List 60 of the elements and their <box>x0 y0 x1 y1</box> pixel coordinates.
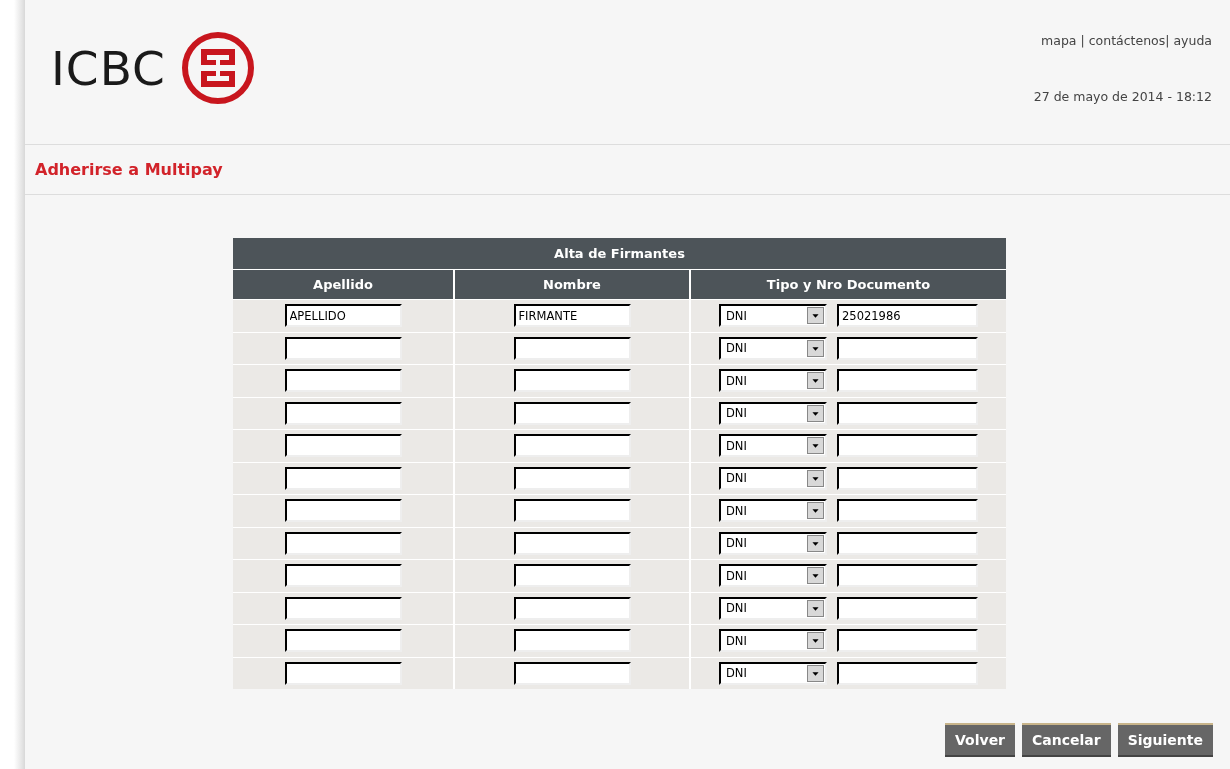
document-type-dropdown[interactable]: DNI <box>719 531 827 555</box>
name-field[interactable] <box>513 564 631 588</box>
document-type-dropdown[interactable]: DNI <box>719 629 827 653</box>
document-number-field[interactable] <box>837 499 978 523</box>
document-number-field[interactable] <box>837 369 978 393</box>
name-field[interactable] <box>513 466 631 490</box>
page-title: Adherirse a Multipay <box>35 160 223 179</box>
document-type-dropdown[interactable]: DNI <box>719 661 827 685</box>
table-title: Alta de Firmantes <box>233 238 1006 269</box>
document-type-dropdown[interactable]: DNI <box>719 499 827 523</box>
column-header: Tipo y Nro Documento <box>691 270 1006 299</box>
document-number-field[interactable] <box>837 564 978 588</box>
document-number-field[interactable] <box>837 661 978 685</box>
name-field[interactable] <box>513 629 631 653</box>
name-field[interactable]: FIRMANTE <box>513 304 631 328</box>
document-number-field[interactable] <box>837 401 978 425</box>
action-button[interactable]: Cancelar <box>1022 723 1111 757</box>
surname-field[interactable] <box>284 401 402 425</box>
document-type-dropdown[interactable]: DNI <box>719 401 827 425</box>
name-field[interactable] <box>513 596 631 620</box>
surname-field[interactable]: APELLIDO <box>284 304 402 328</box>
action-button[interactable]: Siguiente <box>1117 723 1213 757</box>
surname-field[interactable] <box>284 369 402 393</box>
header-links[interactable]: mapa | contáctenos| ayuda <box>1041 33 1212 48</box>
document-number-field[interactable] <box>837 596 978 620</box>
document-type-dropdown[interactable]: DNI <box>719 434 827 458</box>
document-type-dropdown[interactable]: DNI <box>719 596 827 620</box>
surname-field[interactable] <box>284 499 402 523</box>
name-field[interactable] <box>513 499 631 523</box>
surname-field[interactable] <box>284 466 402 490</box>
document-type-dropdown[interactable]: DNI <box>719 304 827 328</box>
document-number-field[interactable] <box>837 466 978 490</box>
column-header: Nombre <box>455 270 689 299</box>
surname-field[interactable] <box>284 661 402 685</box>
document-number-field[interactable] <box>837 629 978 653</box>
document-type-dropdown[interactable]: DNI <box>719 564 827 588</box>
name-field[interactable] <box>513 434 631 458</box>
document-number-field[interactable]: 25021986 <box>837 304 978 328</box>
surname-field[interactable] <box>284 596 402 620</box>
logo-text: ICBC <box>51 40 166 96</box>
surname-field[interactable] <box>284 434 402 458</box>
emblem-icon <box>179 30 256 106</box>
document-number-field[interactable] <box>837 336 978 360</box>
name-field[interactable] <box>513 401 631 425</box>
surname-field[interactable] <box>284 531 402 555</box>
surname-field[interactable] <box>284 336 402 360</box>
document-number-field[interactable] <box>837 531 978 555</box>
name-field[interactable] <box>513 336 631 360</box>
name-field[interactable] <box>513 369 631 393</box>
action-button[interactable]: Volver <box>945 723 1016 757</box>
column-header: Apellido <box>233 270 453 299</box>
document-type-dropdown[interactable]: DNI <box>719 336 827 360</box>
document-type-dropdown[interactable]: DNI <box>719 466 827 490</box>
date-time: 27 de mayo de 2014 - 18:12 <box>1033 89 1212 104</box>
name-field[interactable] <box>513 531 631 555</box>
name-field[interactable] <box>513 661 631 685</box>
document-number-field[interactable] <box>837 434 978 458</box>
surname-field[interactable] <box>284 629 402 653</box>
surname-field[interactable] <box>284 564 402 588</box>
document-type-dropdown[interactable]: DNI <box>719 369 827 393</box>
